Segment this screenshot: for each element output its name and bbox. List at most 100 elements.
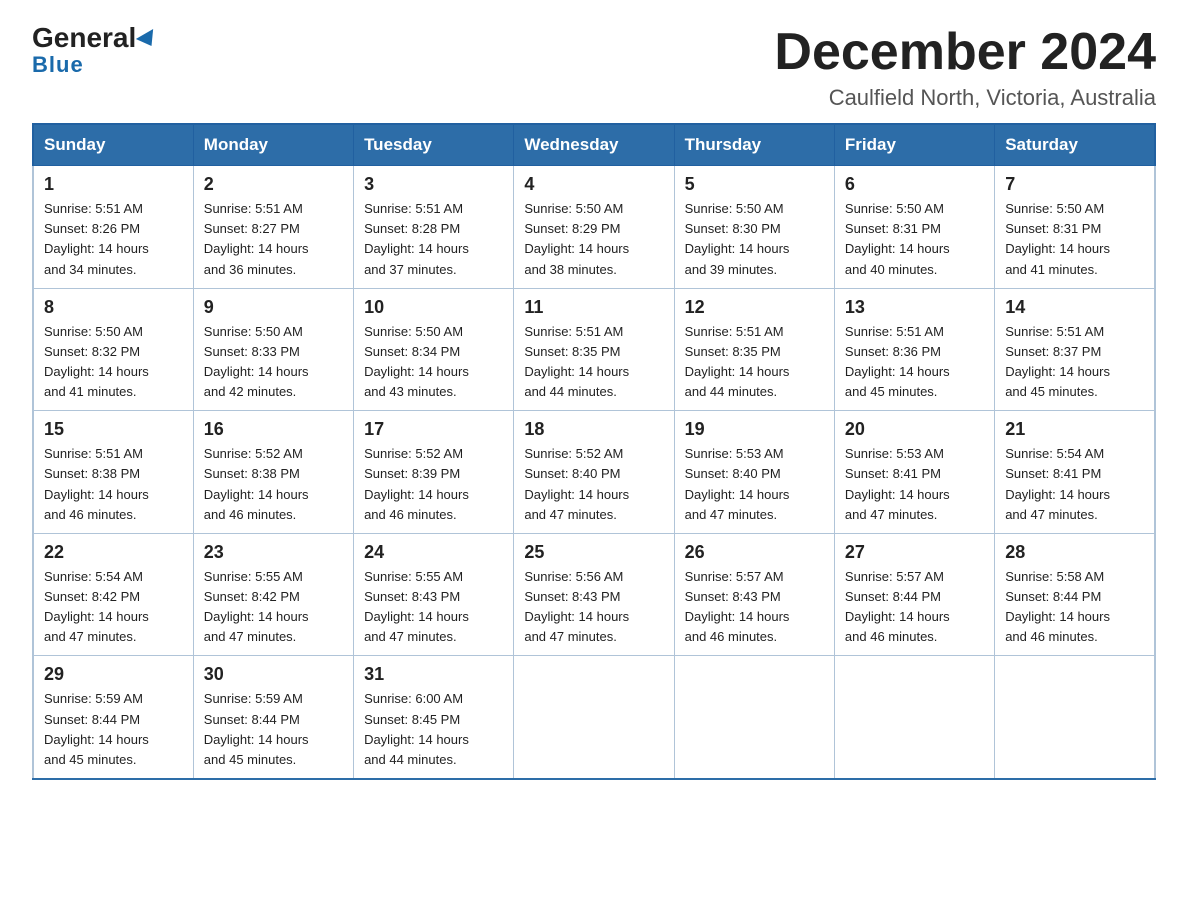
logo-triangle-icon [136,29,160,51]
calendar-header-row: Sunday Monday Tuesday Wednesday Thursday… [33,124,1155,166]
day-number: 31 [364,664,503,685]
day-info: Sunrise: 5:51 AMSunset: 8:37 PMDaylight:… [1005,322,1144,403]
day-info: Sunrise: 5:51 AMSunset: 8:38 PMDaylight:… [44,444,183,525]
logo: General Blue [32,24,158,78]
day-number: 9 [204,297,343,318]
day-number: 24 [364,542,503,563]
table-row: 17 Sunrise: 5:52 AMSunset: 8:39 PMDayligh… [354,411,514,534]
day-number: 5 [685,174,824,195]
table-row: 18Sunrise: 5:52 AMSunset: 8:40 PMDayligh… [514,411,674,534]
day-number: 17 [364,419,503,440]
table-row: 23Sunrise: 5:55 AMSunset: 8:42 PMDayligh… [193,533,353,656]
day-info: Sunrise: 6:00 AMSunset: 8:45 PMDaylight:… [364,689,503,770]
day-info: Sunrise: 5:57 AMSunset: 8:43 PMDaylight:… [685,567,824,648]
calendar-week-row: 22 Sunrise: 5:54 AMSunset: 8:42 PMDayligh… [33,533,1155,656]
table-row: 12 Sunrise: 5:51 AMSunset: 8:35 PMDayligh… [674,288,834,411]
table-row: 19 Sunrise: 5:53 AMSunset: 8:40 PMDayligh… [674,411,834,534]
table-row [995,656,1155,779]
col-wednesday: Wednesday [514,124,674,166]
table-row: 1 Sunrise: 5:51 AMSunset: 8:26 PMDaylight… [33,166,193,289]
col-tuesday: Tuesday [354,124,514,166]
day-number: 2 [204,174,343,195]
table-row: 22 Sunrise: 5:54 AMSunset: 8:42 PMDayligh… [33,533,193,656]
table-row: 13 Sunrise: 5:51 AMSunset: 8:36 PMDayligh… [834,288,994,411]
table-row: 29Sunrise: 5:59 AMSunset: 8:44 PMDayligh… [33,656,193,779]
location-subtitle: Caulfield North, Victoria, Australia [774,85,1156,111]
day-number: 19 [685,419,824,440]
day-info: Sunrise: 5:59 AMSunset: 8:44 PMDaylight:… [204,689,343,770]
day-info: Sunrise: 5:50 AMSunset: 8:32 PMDaylight:… [44,322,183,403]
day-info: Sunrise: 5:53 AMSunset: 8:41 PMDaylight:… [845,444,984,525]
day-info: Sunrise: 5:51 AMSunset: 8:27 PMDaylight:… [204,199,343,280]
day-info: Sunrise: 5:50 AMSunset: 8:31 PMDaylight:… [1005,199,1144,280]
table-row: 30Sunrise: 5:59 AMSunset: 8:44 PMDayligh… [193,656,353,779]
day-info: Sunrise: 5:55 AMSunset: 8:43 PMDaylight:… [364,567,503,648]
calendar-week-row: 1 Sunrise: 5:51 AMSunset: 8:26 PMDaylight… [33,166,1155,289]
day-number: 4 [524,174,663,195]
table-row: 5 Sunrise: 5:50 AMSunset: 8:30 PMDaylight… [674,166,834,289]
title-area: December 2024 Caulfield North, Victoria,… [774,24,1156,111]
day-info: Sunrise: 5:52 AMSunset: 8:39 PMDaylight:… [364,444,503,525]
day-info: Sunrise: 5:50 AMSunset: 8:33 PMDaylight:… [204,322,343,403]
day-info: Sunrise: 5:59 AMSunset: 8:44 PMDaylight:… [44,689,183,770]
table-row: 9 Sunrise: 5:50 AMSunset: 8:33 PMDaylight… [193,288,353,411]
day-number: 28 [1005,542,1144,563]
month-title: December 2024 [774,24,1156,81]
day-number: 15 [44,419,183,440]
table-row: 6Sunrise: 5:50 AMSunset: 8:31 PMDaylight… [834,166,994,289]
table-row: 15 Sunrise: 5:51 AMSunset: 8:38 PMDayligh… [33,411,193,534]
day-number: 26 [685,542,824,563]
day-number: 1 [44,174,183,195]
col-thursday: Thursday [674,124,834,166]
table-row: 2 Sunrise: 5:51 AMSunset: 8:27 PMDaylight… [193,166,353,289]
calendar-week-row: 15 Sunrise: 5:51 AMSunset: 8:38 PMDayligh… [33,411,1155,534]
logo-blue: Blue [32,52,84,78]
day-info: Sunrise: 5:50 AMSunset: 8:29 PMDaylight:… [524,199,663,280]
day-info: Sunrise: 5:50 AMSunset: 8:30 PMDaylight:… [685,199,824,280]
table-row: 26 Sunrise: 5:57 AMSunset: 8:43 PMDayligh… [674,533,834,656]
day-number: 23 [204,542,343,563]
table-row: 24 Sunrise: 5:55 AMSunset: 8:43 PMDayligh… [354,533,514,656]
day-number: 8 [44,297,183,318]
table-row: 4 Sunrise: 5:50 AMSunset: 8:29 PMDaylight… [514,166,674,289]
table-row: 25 Sunrise: 5:56 AMSunset: 8:43 PMDayligh… [514,533,674,656]
day-number: 13 [845,297,984,318]
day-info: Sunrise: 5:53 AMSunset: 8:40 PMDaylight:… [685,444,824,525]
table-row [514,656,674,779]
day-info: Sunrise: 5:56 AMSunset: 8:43 PMDaylight:… [524,567,663,648]
day-info: Sunrise: 5:57 AMSunset: 8:44 PMDaylight:… [845,567,984,648]
day-number: 27 [845,542,984,563]
calendar-week-row: 8 Sunrise: 5:50 AMSunset: 8:32 PMDaylight… [33,288,1155,411]
day-info: Sunrise: 5:51 AMSunset: 8:35 PMDaylight:… [524,322,663,403]
logo-general: General [32,24,158,52]
table-row: 31 Sunrise: 6:00 AMSunset: 8:45 PMDayligh… [354,656,514,779]
table-row [674,656,834,779]
page-header: General Blue December 2024 Caulfield Nor… [0,0,1188,123]
day-info: Sunrise: 5:54 AMSunset: 8:41 PMDaylight:… [1005,444,1144,525]
day-info: Sunrise: 5:52 AMSunset: 8:38 PMDaylight:… [204,444,343,525]
day-number: 20 [845,419,984,440]
table-row: 3 Sunrise: 5:51 AMSunset: 8:28 PMDaylight… [354,166,514,289]
day-number: 25 [524,542,663,563]
day-number: 14 [1005,297,1144,318]
col-monday: Monday [193,124,353,166]
day-number: 22 [44,542,183,563]
day-info: Sunrise: 5:54 AMSunset: 8:42 PMDaylight:… [44,567,183,648]
day-info: Sunrise: 5:51 AMSunset: 8:36 PMDaylight:… [845,322,984,403]
day-info: Sunrise: 5:50 AMSunset: 8:31 PMDaylight:… [845,199,984,280]
day-number: 16 [204,419,343,440]
table-row: 28Sunrise: 5:58 AMSunset: 8:44 PMDayligh… [995,533,1155,656]
day-info: Sunrise: 5:52 AMSunset: 8:40 PMDaylight:… [524,444,663,525]
day-info: Sunrise: 5:51 AMSunset: 8:26 PMDaylight:… [44,199,183,280]
table-row: 11Sunrise: 5:51 AMSunset: 8:35 PMDayligh… [514,288,674,411]
table-row [834,656,994,779]
day-number: 7 [1005,174,1144,195]
table-row: 14 Sunrise: 5:51 AMSunset: 8:37 PMDayligh… [995,288,1155,411]
day-info: Sunrise: 5:51 AMSunset: 8:28 PMDaylight:… [364,199,503,280]
calendar-wrapper: Sunday Monday Tuesday Wednesday Thursday… [0,123,1188,804]
day-number: 3 [364,174,503,195]
day-info: Sunrise: 5:51 AMSunset: 8:35 PMDaylight:… [685,322,824,403]
table-row: 27 Sunrise: 5:57 AMSunset: 8:44 PMDayligh… [834,533,994,656]
table-row: 8 Sunrise: 5:50 AMSunset: 8:32 PMDaylight… [33,288,193,411]
day-number: 12 [685,297,824,318]
